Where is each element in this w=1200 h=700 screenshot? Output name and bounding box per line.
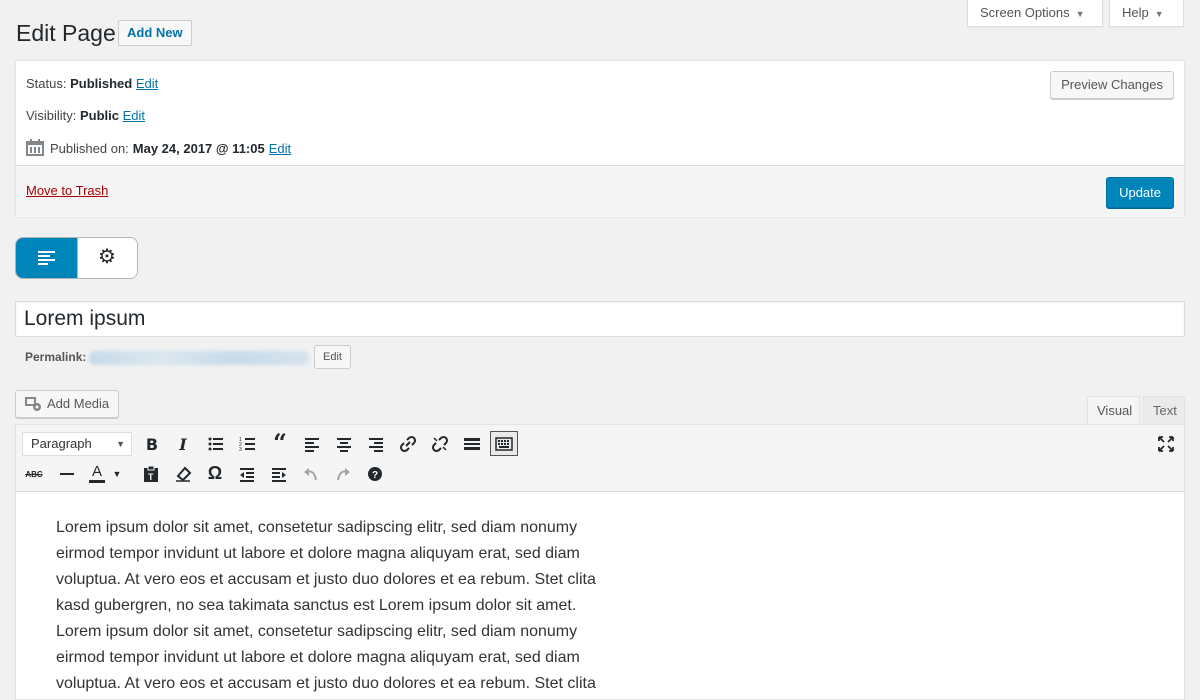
paste-text-icon[interactable]: T — [138, 462, 164, 486]
status-value: Published — [70, 76, 133, 91]
redo-icon[interactable] — [330, 462, 356, 486]
post-title-input[interactable]: Lorem ipsum — [15, 301, 1185, 337]
outdent-icon[interactable] — [234, 462, 260, 486]
content-line: voluptua. At vero eos et accusam et just… — [56, 571, 596, 588]
format-select[interactable]: Paragraph ▼ — [22, 432, 132, 456]
editor-toolbar: Paragraph ▼ B I 123 “ ABC A ▼ T Ω ? — [16, 425, 1184, 492]
publish-actions: Move to Trash Update — [16, 165, 1184, 217]
screen-options-label: Screen Options — [980, 5, 1070, 20]
add-new-button[interactable]: Add New — [118, 20, 192, 46]
edit-date-link[interactable]: Edit — [269, 141, 291, 156]
edit-status-link[interactable]: Edit — [136, 76, 158, 91]
update-button[interactable]: Update — [1106, 177, 1174, 208]
add-media-label: Add Media — [47, 396, 110, 411]
permalink-edit-button[interactable]: Edit — [314, 345, 351, 369]
published-on-row: Published on: May 24, 2017 @ 11:05 Edit — [26, 139, 291, 157]
add-media-button[interactable]: Add Media — [15, 390, 120, 418]
help-label: Help — [1122, 5, 1149, 20]
status-row: Status: Published Edit — [26, 76, 158, 91]
published-on-value: May 24, 2017 @ 11:05 — [132, 140, 265, 156]
content-line: Lorem ipsum dolor sit amet, consetetur s… — [56, 623, 578, 640]
status-label: Status: — [26, 76, 67, 91]
caret-down-icon: ▼ — [1075, 9, 1085, 19]
tab-text[interactable]: Text — [1143, 396, 1185, 425]
permalink-label: Permalink: — [25, 350, 87, 364]
numbered-list-icon[interactable]: 123 — [235, 432, 261, 456]
editor-mode-button[interactable] — [16, 238, 77, 278]
edit-visibility-link[interactable]: Edit — [123, 108, 145, 123]
editor-mode-toggle: ⚙ — [15, 237, 138, 279]
content-line: Lorem ipsum dolor sit amet, consetetur s… — [56, 519, 578, 536]
format-select-value: Paragraph — [31, 436, 92, 451]
content-line: kasd gubergren, no sea takimata sanctus … — [56, 597, 577, 614]
chevron-down-icon[interactable]: ▼ — [110, 462, 124, 486]
link-icon[interactable] — [395, 432, 421, 456]
content-line: eirmod tempor invidunt ut labore et dolo… — [56, 545, 580, 562]
media-icon — [25, 397, 41, 411]
text-color-icon[interactable]: A — [86, 462, 108, 486]
undo-icon[interactable] — [298, 462, 324, 486]
calendar-icon — [26, 139, 46, 157]
content-line: voluptua. At vero eos et accusam et just… — [56, 675, 596, 692]
screen-options-button[interactable]: Screen Options ▼ — [967, 0, 1103, 27]
svg-text:3: 3 — [239, 447, 242, 453]
blockquote-icon[interactable]: “ — [267, 428, 293, 457]
settings-mode-button[interactable]: ⚙ — [77, 238, 137, 278]
clear-formatting-icon[interactable] — [170, 462, 196, 486]
preview-changes-button[interactable]: Preview Changes — [1050, 71, 1174, 99]
published-on-label: Published on: — [50, 140, 129, 156]
align-right-icon[interactable] — [363, 432, 389, 456]
tab-visual[interactable]: Visual — [1087, 396, 1140, 425]
strikethrough-icon[interactable]: ABC — [21, 462, 47, 486]
toolbar-toggle-icon[interactable] — [490, 431, 518, 456]
content-editor: Paragraph ▼ B I 123 “ ABC A ▼ T Ω ? Lore… — [15, 424, 1185, 700]
fullscreen-icon[interactable] — [1153, 432, 1179, 456]
help-button[interactable]: Help ▼ — [1109, 0, 1184, 27]
italic-icon[interactable]: I — [170, 432, 196, 456]
special-character-icon[interactable]: Ω — [202, 461, 228, 485]
read-more-icon[interactable] — [459, 432, 485, 456]
bullet-list-icon[interactable] — [203, 432, 229, 456]
indent-icon[interactable] — [266, 462, 292, 486]
visibility-label: Visibility: — [26, 108, 77, 123]
svg-text:?: ? — [372, 470, 378, 481]
align-center-icon[interactable] — [331, 432, 357, 456]
caret-down-icon: ▼ — [1154, 9, 1164, 19]
publish-box: Status: Published Edit Visibility: Publi… — [15, 60, 1185, 217]
bold-icon[interactable]: B — [139, 432, 165, 456]
chevron-down-icon: ▼ — [116, 439, 125, 449]
unlink-icon[interactable] — [427, 432, 453, 456]
horizontal-line-icon[interactable] — [54, 462, 80, 486]
align-left-icon[interactable] — [299, 432, 325, 456]
permalink-url[interactable] — [89, 351, 309, 365]
editor-lines-icon — [38, 251, 55, 265]
gear-icon: ⚙ — [98, 246, 116, 268]
move-to-trash-link[interactable]: Move to Trash — [26, 183, 108, 198]
page-title: Edit Page — [16, 20, 116, 46]
visibility-row: Visibility: Public Edit — [26, 108, 145, 123]
editor-content[interactable]: Lorem ipsum dolor sit amet, consetetur s… — [56, 515, 656, 697]
svg-text:T: T — [148, 472, 154, 482]
help-icon[interactable]: ? — [362, 462, 388, 486]
content-line: eirmod tempor invidunt ut labore et dolo… — [56, 649, 580, 666]
visibility-value: Public — [79, 108, 119, 123]
